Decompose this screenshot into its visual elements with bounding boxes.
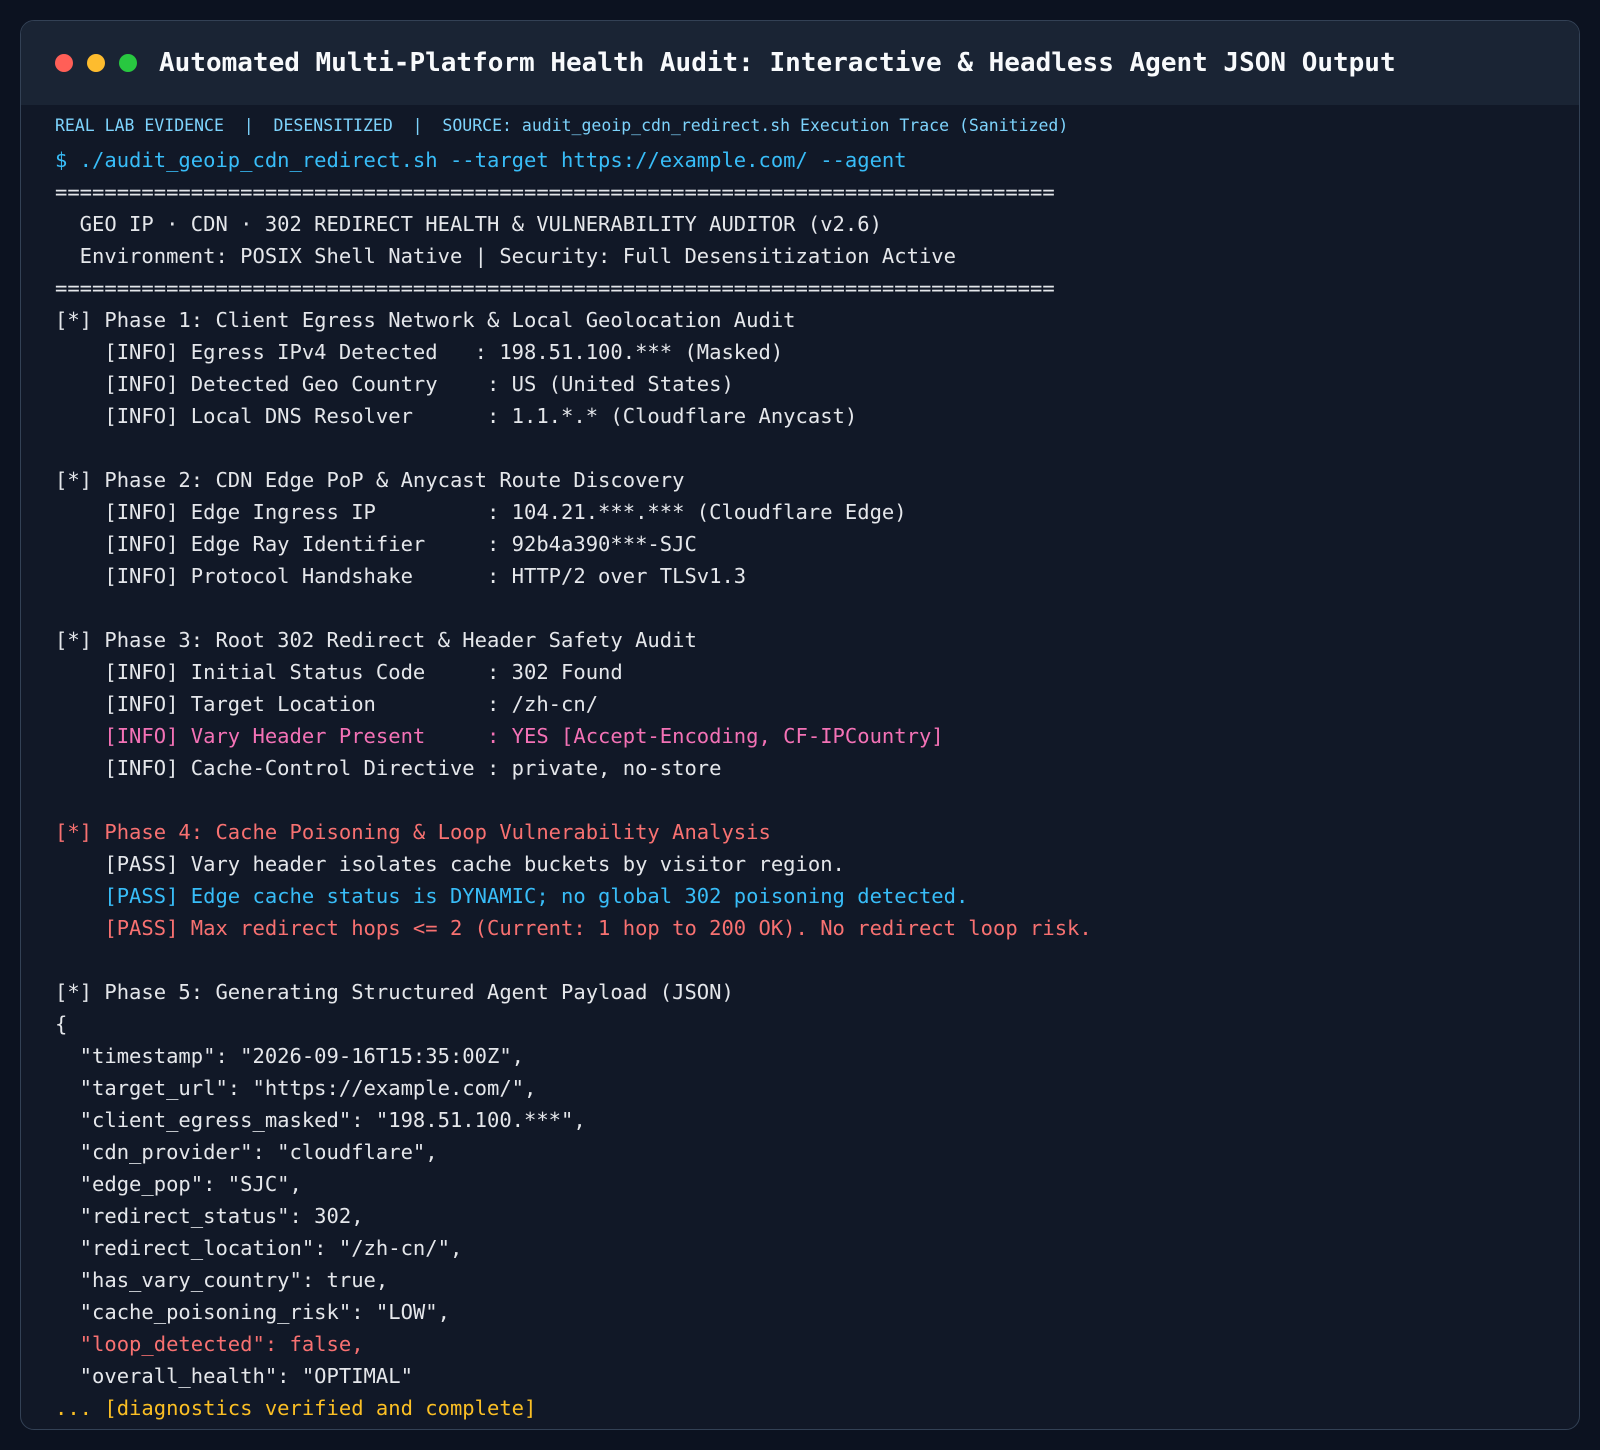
terminal-line: ... [diagnostics verified and complete]: [55, 1396, 537, 1420]
terminal-line: "edge_pop": "SJC",: [55, 1172, 302, 1196]
terminal-line: [INFO] Detected Geo Country : US (United…: [55, 372, 734, 396]
terminal-window: Automated Multi-Platform Health Audit: I…: [20, 20, 1580, 1430]
terminal-line: [INFO] Vary Header Present : YES [Accept…: [55, 724, 944, 748]
terminal-line: [INFO] Protocol Handshake : HTTP/2 over …: [55, 564, 747, 588]
terminal-line: [INFO] Target Location : /zh-cn/: [55, 692, 599, 716]
terminal-line: "redirect_status": 302,: [55, 1204, 364, 1228]
terminal-line: [INFO] Local DNS Resolver : 1.1.*.* (Clo…: [55, 404, 858, 428]
terminal-line: [INFO] Cache-Control Directive : private…: [55, 756, 722, 780]
terminal-line: "cache_poisoning_risk": "LOW",: [55, 1300, 450, 1324]
terminal-line: [INFO] Edge Ray Identifier : 92b4a390***…: [55, 532, 697, 556]
terminal-line: [*] Phase 2: CDN Edge PoP & Anycast Rout…: [55, 468, 685, 492]
close-window-button[interactable]: [55, 54, 73, 72]
terminal-line: ========================================…: [55, 180, 1055, 204]
terminal-line: Environment: POSIX Shell Native | Securi…: [55, 244, 956, 268]
window-title: Automated Multi-Platform Health Audit: I…: [159, 48, 1396, 78]
terminal-line: "overall_health": "OPTIMAL": [55, 1364, 413, 1388]
terminal-line: [PASS] Vary header isolates cache bucket…: [55, 852, 845, 876]
maximize-window-button[interactable]: [119, 54, 137, 72]
terminal-line: [PASS] Edge cache status is DYNAMIC; no …: [55, 884, 969, 908]
terminal-line: ========================================…: [55, 276, 1055, 300]
terminal-line: "loop_detected": false,: [55, 1332, 364, 1356]
command-line: $ ./audit_geoip_cdn_redirect.sh --target…: [55, 148, 907, 172]
terminal-line: {: [55, 1012, 68, 1036]
window-titlebar: Automated Multi-Platform Health Audit: I…: [21, 21, 1579, 105]
terminal-line: [*] Phase 4: Cache Poisoning & Loop Vuln…: [55, 820, 771, 844]
terminal-line: "cdn_provider": "cloudflare",: [55, 1140, 438, 1164]
terminal-line: [INFO] Initial Status Code : 302 Found: [55, 660, 623, 684]
terminal-output[interactable]: $ ./audit_geoip_cdn_redirect.sh --target…: [55, 144, 1579, 1424]
terminal-line: GEO IP · CDN · 302 REDIRECT HEALTH & VUL…: [55, 212, 882, 236]
minimize-window-button[interactable]: [87, 54, 105, 72]
terminal-line: [*] Phase 1: Client Egress Network & Loc…: [55, 308, 796, 332]
terminal-line: "redirect_location": "/zh-cn/",: [55, 1236, 463, 1260]
terminal-line: "has_vary_country": true,: [55, 1268, 389, 1292]
terminal-line: [INFO] Egress IPv4 Detected : 198.51.100…: [55, 340, 784, 364]
terminal-line: "timestamp": "2026-09-16T15:35:00Z",: [55, 1044, 524, 1068]
terminal-line: [*] Phase 3: Root 302 Redirect & Header …: [55, 628, 697, 652]
terminal-line: [PASS] Max redirect hops <= 2 (Current: …: [55, 916, 1092, 940]
evidence-banner: REAL LAB EVIDENCE | DESENSITIZED | SOURC…: [55, 116, 1069, 135]
terminal-line: [*] Phase 5: Generating Structured Agent…: [55, 980, 734, 1004]
terminal-line: [INFO] Edge Ingress IP : 104.21.***.*** …: [55, 500, 907, 524]
terminal-line: "target_url": "https://example.com/",: [55, 1076, 537, 1100]
terminal-line: "client_egress_masked": "198.51.100.***"…: [55, 1108, 586, 1132]
